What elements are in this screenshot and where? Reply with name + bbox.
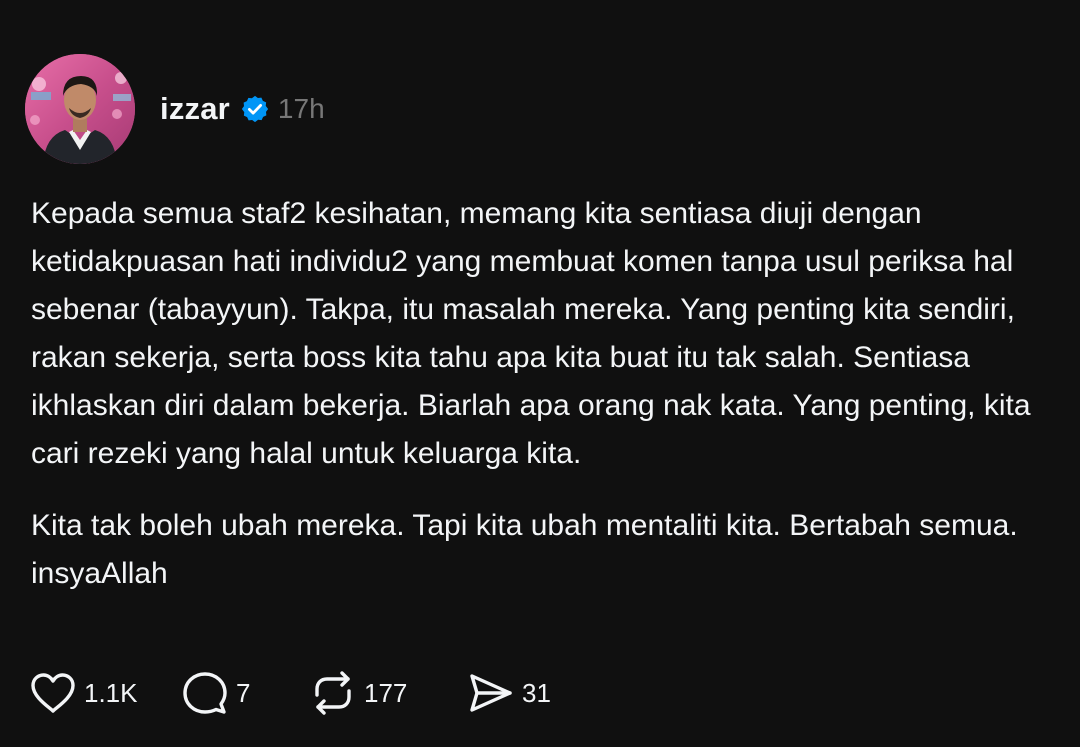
send-icon: [470, 674, 512, 712]
comment-bubble-icon: [183, 672, 227, 714]
username[interactable]: izzar: [160, 91, 230, 127]
reply-button[interactable]: 7: [182, 671, 310, 715]
repost-count: 177: [364, 677, 408, 708]
post-body: Kepada semua staf2 kesihatan, memang kit…: [31, 190, 1061, 598]
profile-photo: [25, 54, 135, 164]
avatar[interactable]: [25, 54, 135, 164]
post-header: izzar 17h: [160, 84, 325, 134]
post-paragraph: Kita tak boleh ubah mereka. Tapi kita ub…: [31, 509, 1018, 590]
repost-icon: [315, 671, 351, 715]
repost-button[interactable]: 177: [310, 671, 468, 715]
heart-icon: [31, 673, 75, 713]
thread-post: izzar 17h Kepada semua staf2 kesihatan, …: [0, 0, 1080, 747]
like-button[interactable]: 1.1K: [30, 672, 182, 714]
post-time: 17h: [277, 93, 325, 124]
reply-count: 7: [236, 677, 251, 708]
verified-badge-icon: [240, 94, 270, 124]
share-button[interactable]: 31: [468, 672, 551, 714]
share-count: 31: [522, 677, 551, 708]
action-bar: 1.1K 7 177 31: [30, 668, 551, 718]
post-paragraph: Kepada semua staf2 kesihatan, memang kit…: [31, 197, 1031, 470]
like-count: 1.1K: [84, 677, 138, 708]
